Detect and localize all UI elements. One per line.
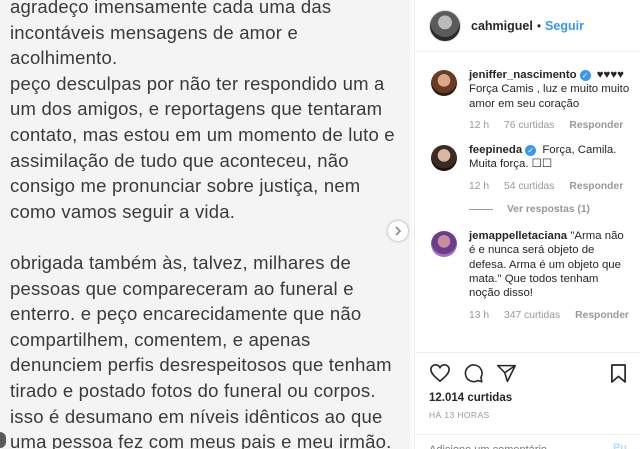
comment-username[interactable]: jeniffer_nascimento xyxy=(469,69,577,81)
avatar[interactable] xyxy=(429,9,461,42)
likes-count[interactable]: 12.014 curtidas xyxy=(429,392,627,404)
comment-age[interactable]: 12 h xyxy=(469,119,489,133)
view-replies-label[interactable]: Ver respostas (1) xyxy=(507,204,590,215)
post-line: isso é desumano em níveis idênticos ao q… xyxy=(10,405,383,427)
reply-button[interactable]: Responder xyxy=(575,309,629,323)
post-line: contato, mas estou em um momento de luto… xyxy=(10,123,395,145)
view-replies-button[interactable]: Ver respostas (1) xyxy=(469,204,630,215)
comment-likes[interactable]: 54 curtidas xyxy=(504,180,554,194)
post-line: assimilação de tudo que aconteceu, não xyxy=(10,149,349,171)
add-comment-bar: Pu xyxy=(415,434,640,449)
follow-button[interactable]: Seguir xyxy=(545,19,584,33)
post-line: tirado e postado fotos do funeral ou cor… xyxy=(10,379,376,401)
post-actions: 12.014 curtidas HÁ 13 HORAS xyxy=(415,352,640,420)
post-line: um dos amigos, e reportagens que tentara… xyxy=(10,98,383,120)
comment-age[interactable]: 13 h xyxy=(469,309,489,323)
comment-likes[interactable]: 76 curtidas xyxy=(504,119,554,133)
avatar[interactable] xyxy=(431,70,457,96)
post-image[interactable]: agradeço imensamente cada uma das incont… xyxy=(0,0,410,449)
author-username[interactable]: cahmiguel xyxy=(471,19,533,33)
post-timestamp[interactable]: HÁ 13 HORAS xyxy=(429,410,627,420)
post-side-panel: cahmiguel • Seguir jeniffer_nascimento ✓ … xyxy=(414,0,640,449)
separator-dot: • xyxy=(536,18,542,33)
post-header: cahmiguel • Seguir xyxy=(415,0,640,52)
post-line: uma pessoa fez com meus pais e meu irmão… xyxy=(10,431,392,449)
verified-icon: ✓ xyxy=(525,145,537,157)
post-line: consigo me pronunciar sobre justiça, nem xyxy=(10,175,361,197)
bookmark-icon[interactable] xyxy=(610,363,627,384)
comment-input[interactable] xyxy=(429,442,599,449)
comment-likes[interactable]: 347 curtidas xyxy=(504,309,560,323)
post-line: incontáveis mensagens de amor e xyxy=(10,21,298,43)
comment-username[interactable]: jemappelletaciana xyxy=(469,230,567,242)
avatar[interactable] xyxy=(431,231,457,258)
verified-icon: ✓ xyxy=(579,70,591,81)
comment-username[interactable]: feepineda xyxy=(469,144,522,156)
post-line: obrigada também às, talvez, milhares de xyxy=(10,251,351,273)
heart-icon[interactable] xyxy=(429,363,451,383)
comments-list: jeniffer_nascimento ✓ ♥♥♥♥ Força Camis , … xyxy=(415,52,640,323)
comment-icon[interactable] xyxy=(463,363,484,384)
post-line: enterro. e peço encarecidamente que não xyxy=(10,303,362,325)
avatar[interactable] xyxy=(431,145,457,172)
publish-button[interactable]: Pu xyxy=(613,442,627,449)
post-line: acolhimento. xyxy=(10,47,118,69)
post-line-gap xyxy=(10,224,410,250)
comment-age[interactable]: 12 h xyxy=(469,180,489,194)
divider xyxy=(469,209,493,211)
share-icon[interactable] xyxy=(496,363,517,384)
post-line: denunciem perfis desrespeitosos que tenh… xyxy=(10,354,392,376)
post-line: pessoas que compareceram ao funeral e xyxy=(10,277,354,299)
comment: jemappelletaciana "Arma não é e nunca se… xyxy=(431,229,630,323)
post-line: compartilhem, comentem, e apenas xyxy=(10,328,311,350)
comment: jeniffer_nascimento ✓ ♥♥♥♥ Força Camis , … xyxy=(431,68,630,133)
chevron-right-icon[interactable] xyxy=(388,221,408,241)
post-line: agradeço imensamente cada uma das xyxy=(10,0,332,17)
comment: feepineda ✓ Força, Camila. Muita força. ☐… xyxy=(431,143,630,194)
post-line: peço desculpas por não ter respondido um… xyxy=(10,72,385,94)
reply-button[interactable]: Responder xyxy=(569,119,623,133)
post-text: agradeço imensamente cada uma das incont… xyxy=(0,0,410,449)
reply-button[interactable]: Responder xyxy=(569,180,623,194)
post-line: como vamos seguir a vida. xyxy=(10,200,236,222)
